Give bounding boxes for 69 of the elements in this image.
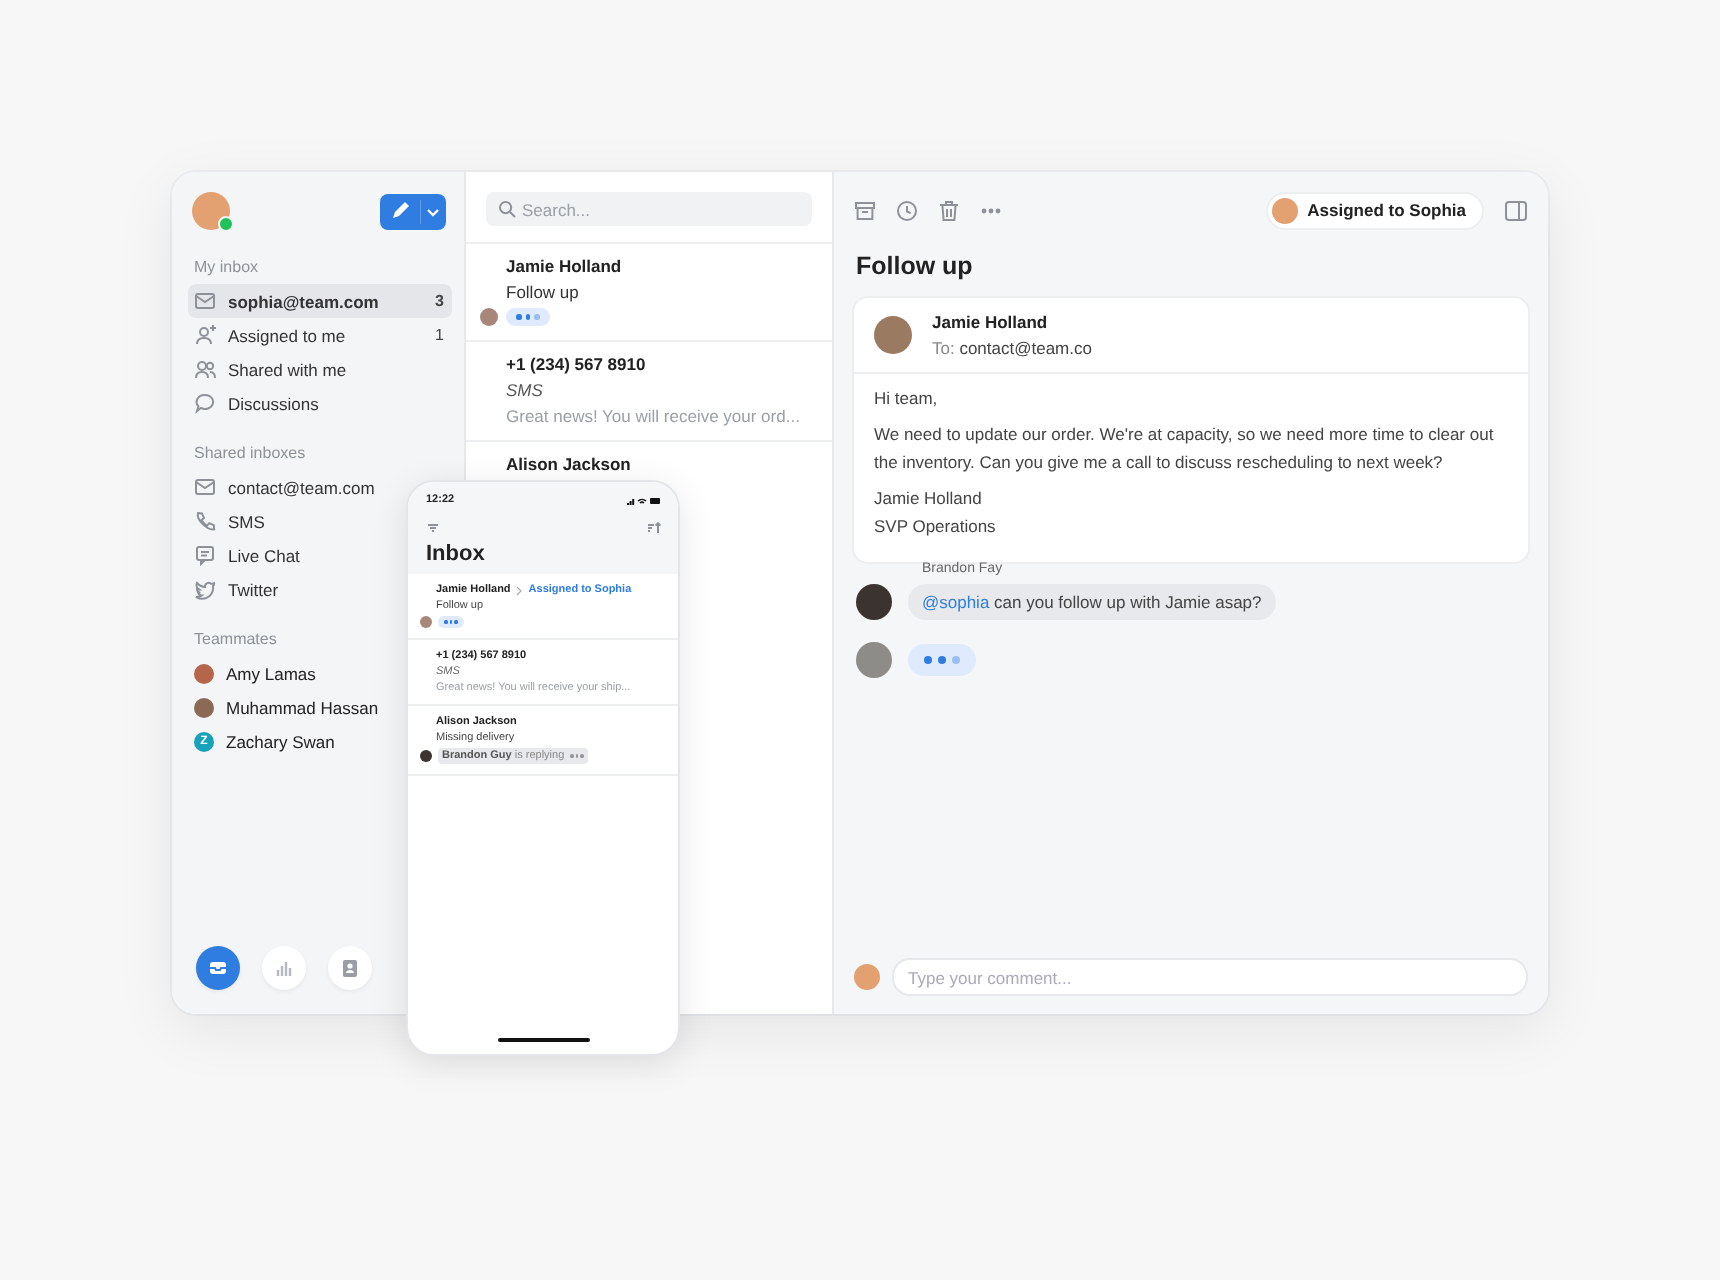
speech-bubble-icon — [194, 392, 216, 414]
envelope-icon — [194, 290, 216, 312]
sidebar-item[interactable]: Discussions — [188, 386, 327, 420]
sidebar-toggle-icon[interactable] — [1504, 199, 1528, 221]
search-icon — [498, 200, 516, 218]
conversation-subject: Follow up — [506, 282, 581, 302]
screen-title: Inbox — [426, 542, 487, 566]
sidebar-item[interactable]: Shared with me — [188, 352, 355, 386]
clock-icon[interactable] — [896, 199, 918, 221]
sidebar-item[interactable]: Live Chat — [188, 538, 308, 572]
contact-card-button[interactable] — [328, 946, 372, 990]
avatar — [854, 964, 880, 990]
filter-icon[interactable] — [426, 522, 440, 534]
user-avatar[interactable] — [192, 192, 230, 230]
search-field[interactable]: Search... — [486, 192, 812, 226]
message-sender: Jamie Holland — [932, 312, 1050, 332]
avatar — [420, 750, 432, 762]
inbox-icon — [206, 956, 230, 980]
conversation-sender[interactable]: +1 (234) 567 8910 — [506, 354, 816, 374]
contact-card-icon — [338, 956, 362, 980]
unread-count: 3 — [435, 292, 444, 310]
phone-icon — [194, 510, 216, 532]
chat-icon — [194, 544, 216, 566]
avatar — [1271, 197, 1298, 223]
message-text: Hi team, — [874, 386, 940, 412]
avatar — [874, 316, 912, 354]
chevron-icon — [516, 585, 523, 595]
conversation-subject: SMS — [506, 380, 545, 400]
avatar — [420, 616, 432, 628]
conversation-preview: Great news! You will receive your ord... — [506, 406, 802, 426]
sort-icon[interactable] — [646, 522, 662, 534]
archive-icon[interactable] — [854, 199, 876, 221]
bird-icon — [194, 578, 216, 600]
message-recipient: To: contact@team.co — [932, 338, 1092, 358]
sidebar-item[interactable]: contact@team.com — [188, 470, 383, 504]
section-heading: Teammates — [194, 630, 279, 648]
home-indicator — [497, 1038, 589, 1042]
typing-indicator — [570, 754, 584, 758]
section-heading: My inbox — [194, 258, 261, 276]
teammate-name[interactable]: Muhammad Hassan — [226, 697, 379, 717]
sidebar-item[interactable]: Twitter — [188, 572, 287, 606]
avatar — [856, 584, 892, 620]
envelope-icon — [194, 476, 216, 498]
conversation-sender[interactable]: Jamie Holland — [506, 256, 816, 276]
comment-field[interactable]: Type your comment... — [892, 958, 1528, 996]
message-text: We need to update our order. We're at capacity, so we need more time to clear out the inventory. Can you give me a call to discuss rescheduling to next week? — [874, 422, 1496, 476]
teammate-name[interactable]: Zachary Swan — [226, 731, 335, 751]
section-heading: Shared inboxes — [194, 444, 308, 462]
sidebar-item[interactable]: SMS — [188, 504, 273, 538]
avatar — [856, 642, 892, 678]
avatar — [480, 308, 498, 326]
assignee-button[interactable]: Assigned to Sophia — [1265, 191, 1484, 229]
people-icon — [194, 358, 216, 380]
sidebar-item[interactable]: Assigned to me 1 — [188, 318, 452, 352]
sidebar-item[interactable]: sophia@team.com 3 — [188, 284, 452, 318]
signal-wifi-battery-icon — [626, 495, 662, 505]
inbox-button[interactable] — [196, 946, 240, 990]
unread-count: 1 — [435, 326, 444, 344]
trash-icon[interactable] — [938, 199, 960, 221]
bar-chart-button[interactable] — [262, 946, 306, 990]
person-plus-icon — [194, 324, 216, 346]
bar-chart-icon — [272, 956, 296, 980]
compose-button[interactable] — [380, 193, 446, 229]
typing-indicator — [908, 644, 976, 676]
teammate-name[interactable]: Amy Lamas — [226, 663, 316, 683]
conversation-title: Follow up — [856, 252, 975, 280]
message-text: Jamie Holland SVP Operations — [874, 486, 998, 540]
comment-bubble: @sophia can you follow up with Jamie asap? — [908, 584, 1276, 620]
conversation-sender[interactable]: Alison Jackson — [506, 454, 816, 474]
